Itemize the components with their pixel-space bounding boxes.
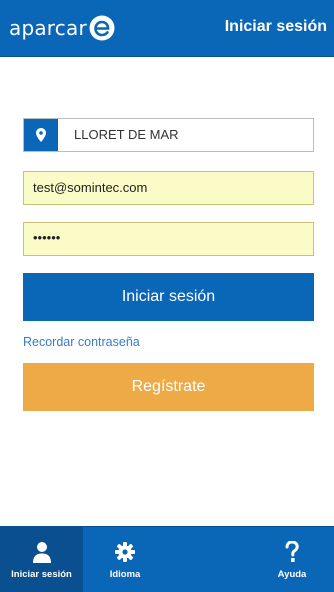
- login-button[interactable]: Iniciar sesión: [23, 273, 314, 321]
- remember-password-link[interactable]: Recordar contraseña: [23, 334, 140, 350]
- bottom-nav: Iniciar sesión Idioma Ayuda: [0, 526, 334, 592]
- app-screen: aparcar Iniciar sesión LLORET DE MAR tes…: [0, 0, 334, 592]
- password-value: ••••••: [33, 230, 61, 245]
- email-value: test@somintec.com: [33, 180, 148, 195]
- top-bar: aparcar Iniciar sesión: [0, 0, 334, 57]
- register-button[interactable]: Regístrate: [23, 363, 314, 411]
- location-select[interactable]: LLORET DE MAR: [23, 118, 314, 152]
- nav-label-help: Ayuda: [277, 569, 307, 580]
- app-logo: aparcar: [9, 14, 116, 42]
- gear-icon: [115, 541, 135, 563]
- location-pin-icon: [24, 119, 58, 151]
- question-icon: [285, 541, 299, 563]
- nav-item-help[interactable]: Ayuda: [250, 527, 334, 592]
- user-icon: [32, 541, 52, 563]
- email-field[interactable]: test@somintec.com: [23, 171, 314, 205]
- logo-e-icon: [89, 15, 115, 41]
- nav-label-language: Idioma: [109, 569, 141, 580]
- location-value: LLORET DE MAR: [74, 127, 179, 142]
- page-title: Iniciar sesión: [224, 18, 327, 35]
- password-field[interactable]: ••••••: [23, 222, 314, 256]
- logo-text: aparcar: [9, 16, 87, 40]
- nav-item-login[interactable]: Iniciar sesión: [0, 527, 83, 592]
- nav-item-language[interactable]: Idioma: [83, 527, 167, 592]
- nav-label-login: Iniciar sesión: [11, 569, 72, 580]
